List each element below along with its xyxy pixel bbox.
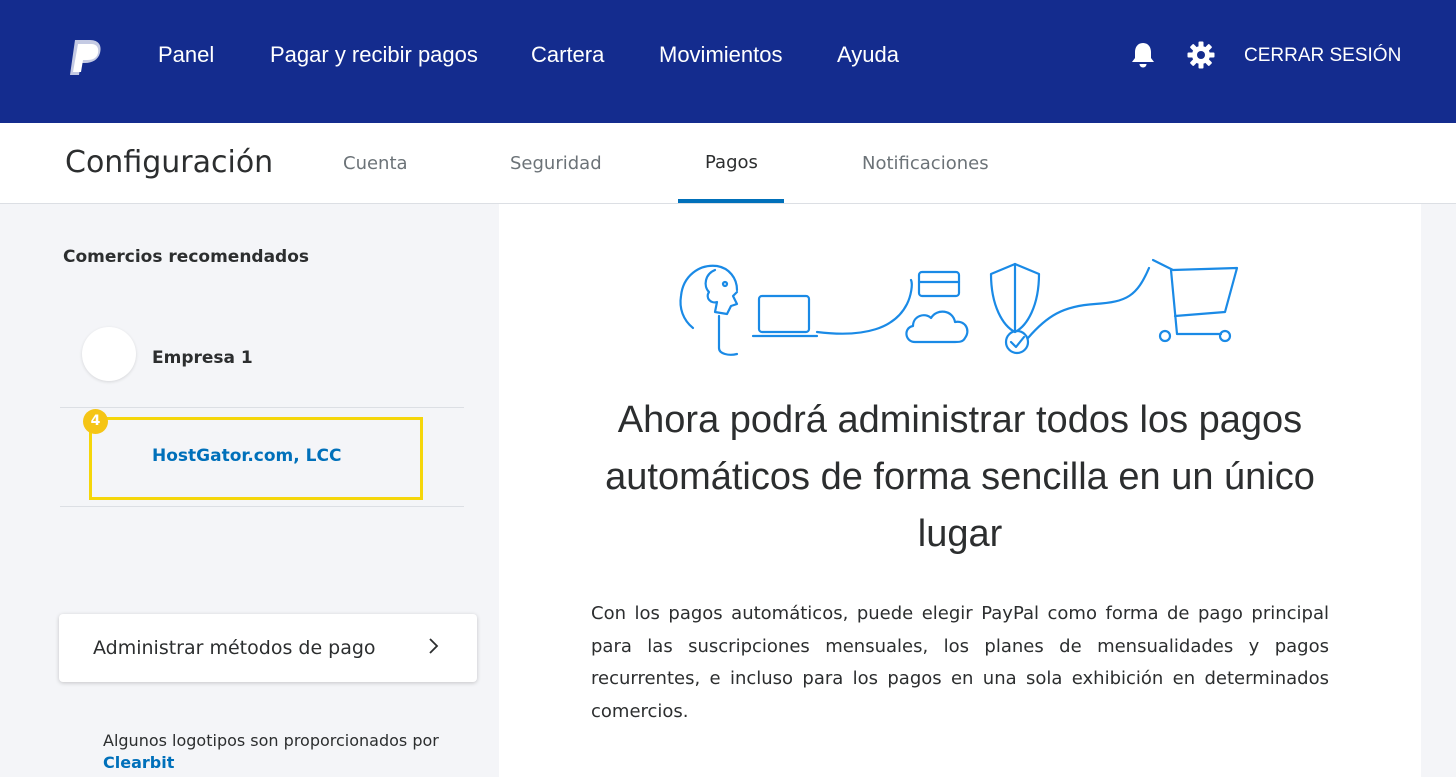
merchant-name[interactable]: Empresa 1 <box>152 348 253 368</box>
paypal-logo[interactable] <box>66 38 104 78</box>
avatar <box>82 327 136 381</box>
page-title: Configuración <box>65 145 274 180</box>
settings-header: Configuración Cuenta Seguridad Pagos Not… <box>0 123 1456 204</box>
main-panel: Ahora podrá administrar todos los pagos … <box>499 204 1421 777</box>
manage-payment-methods-button[interactable]: Administrar métodos de pago <box>59 614 477 682</box>
chevron-right-icon <box>429 638 439 654</box>
tab-security[interactable]: Seguridad <box>510 153 602 174</box>
tab-notifications[interactable]: Notificaciones <box>862 153 989 174</box>
sidebar-heading: Comercios recomendados <box>63 247 310 267</box>
nav-link-panel[interactable]: Panel <box>158 42 214 68</box>
gear-icon[interactable] <box>1186 40 1216 70</box>
payments-illustration <box>679 258 1239 356</box>
logout-link[interactable]: CERRAR SESIÓN <box>1244 45 1401 67</box>
logos-note: Algunos logotipos son proporcionados por <box>103 731 439 750</box>
nav-link-activity[interactable]: Movimientos <box>659 42 782 68</box>
clearbit-link[interactable]: Clearbit <box>103 753 174 772</box>
tab-account[interactable]: Cuenta <box>343 153 408 174</box>
nav-link-payments[interactable]: Pagar y recibir pagos <box>270 42 478 68</box>
merchant-name-link[interactable]: HostGator.com, LCC <box>152 446 341 466</box>
top-navigation: Panel Pagar y recibir pagos Cartera Movi… <box>0 0 1456 123</box>
nav-link-wallet[interactable]: Cartera <box>531 42 604 68</box>
tab-payments[interactable]: Pagos <box>705 152 758 173</box>
nav-link-help[interactable]: Ayuda <box>837 42 899 68</box>
headline: Ahora podrá administrar todos los pagos … <box>605 399 1315 555</box>
description: Con los pagos automáticos, puede elegir … <box>591 603 1329 722</box>
manage-payment-methods-label: Administrar métodos de pago <box>93 637 376 659</box>
step-badge: 4 <box>83 409 108 434</box>
active-tab-indicator <box>678 199 784 203</box>
bell-icon[interactable] <box>1128 40 1158 70</box>
